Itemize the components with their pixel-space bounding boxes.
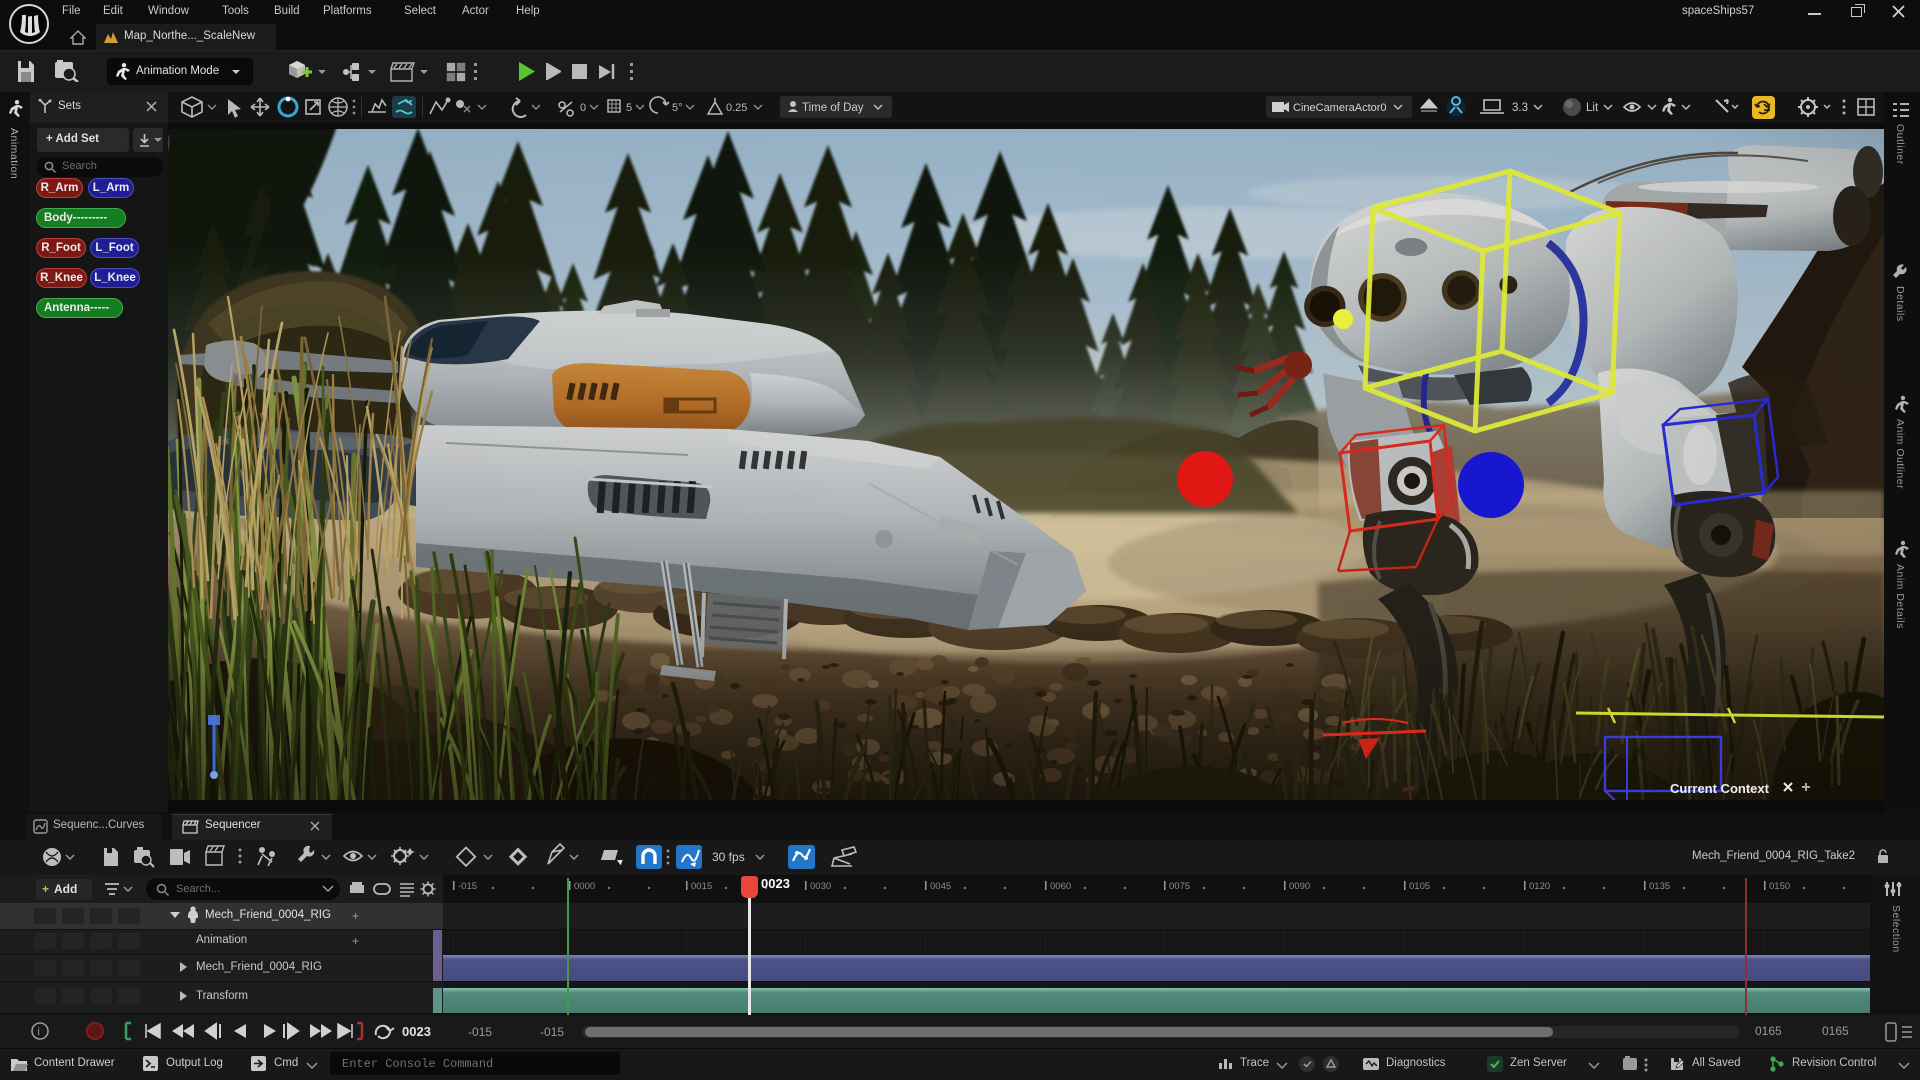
svg-text:30 fps: 30 fps xyxy=(712,850,745,864)
svg-text:0060: 0060 xyxy=(1050,881,1071,892)
svg-text:0000: 0000 xyxy=(574,881,595,892)
svg-text:0030: 0030 xyxy=(810,881,831,892)
svg-text:-015: -015 xyxy=(540,1025,564,1039)
svg-text:0023: 0023 xyxy=(402,1024,431,1039)
svg-text:0045: 0045 xyxy=(930,881,951,892)
svg-text:i: i xyxy=(38,1026,40,1038)
svg-text:Time of Day: Time of Day xyxy=(802,102,864,114)
svg-text:-015: -015 xyxy=(468,1025,492,1039)
svg-text:0150: 0150 xyxy=(1769,881,1790,892)
svg-text:0.25: 0.25 xyxy=(726,102,747,114)
svg-text:5°: 5° xyxy=(672,102,683,114)
svg-text:0120: 0120 xyxy=(1529,881,1550,892)
svg-text:0105: 0105 xyxy=(1409,881,1430,892)
svg-text:Lit: Lit xyxy=(1586,102,1599,114)
svg-text:0090: 0090 xyxy=(1289,881,1310,892)
svg-text:0135: 0135 xyxy=(1649,881,1670,892)
svg-text:CineCameraActor0: CineCameraActor0 xyxy=(1293,102,1387,114)
svg-text:0015: 0015 xyxy=(691,881,712,892)
svg-text:3.3: 3.3 xyxy=(1512,102,1528,114)
svg-text:Current Context: Current Context xyxy=(1670,781,1770,796)
svg-text:5: 5 xyxy=(626,102,632,114)
svg-text:0: 0 xyxy=(580,102,586,114)
svg-text:-015: -015 xyxy=(458,881,477,892)
svg-text:0075: 0075 xyxy=(1169,881,1190,892)
